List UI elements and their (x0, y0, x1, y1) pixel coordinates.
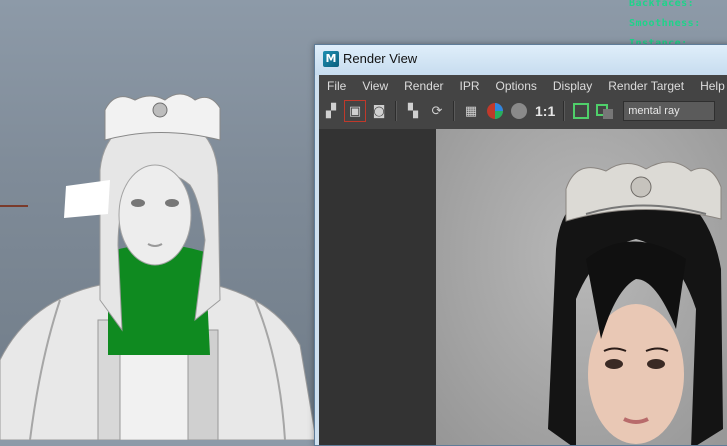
menu-options[interactable]: Options (488, 79, 545, 93)
menu-ipr[interactable]: IPR (452, 79, 488, 93)
maya-icon: M (323, 51, 339, 67)
ratio-button[interactable]: 1:1 (535, 103, 555, 119)
frame-indicator-icon[interactable] (571, 101, 591, 121)
hud-backfaces-label: Backfaces: (629, 0, 695, 9)
menu-render[interactable]: Render (396, 79, 451, 93)
render-canvas[interactable] (319, 129, 727, 445)
window-title: Render View (343, 51, 418, 66)
menu-file[interactable]: File (319, 79, 354, 93)
renderer-select[interactable]: mental ray (623, 101, 716, 121)
render-view-menubar: File View Render IPR Options Display Ren… (319, 75, 727, 97)
menu-display[interactable]: Display (545, 79, 600, 93)
redo-render-icon[interactable]: ▞ (321, 101, 341, 121)
rendered-image (436, 129, 727, 445)
menu-view[interactable]: View (354, 79, 396, 93)
menu-render-target[interactable]: Render Target (600, 79, 692, 93)
toolbar-divider (395, 101, 397, 121)
toolbar-divider (563, 101, 566, 121)
rendered-character (548, 161, 723, 445)
hud-smoothness-label: Smoothness: (629, 18, 701, 29)
render-region-icon[interactable]: ▣ (344, 100, 366, 122)
refresh-icon[interactable]: ⟳ (427, 101, 447, 121)
render-view-window[interactable]: M Render View File View Render IPR Optio… (314, 44, 727, 446)
ipr-render-icon[interactable]: ▚ (403, 101, 423, 121)
snapshot-icon[interactable]: ◙ (369, 101, 389, 121)
character-model[interactable] (0, 0, 320, 440)
color-channels-icon[interactable] (485, 101, 505, 121)
render-settings-icon[interactable]: ▦ (461, 101, 481, 121)
render-view-toolbar: ▞ ▣ ◙ ▚ ⟳ ▦ 1:1 mental ray (319, 97, 727, 125)
render-view-titlebar[interactable]: M Render View (315, 45, 727, 75)
menu-help[interactable]: Help (692, 79, 727, 93)
toolbar-divider (453, 101, 455, 121)
render-view-body: File View Render IPR Options Display Ren… (319, 75, 727, 445)
image-compare-icon[interactable] (595, 101, 615, 121)
alpha-channel-icon[interactable] (509, 101, 529, 121)
